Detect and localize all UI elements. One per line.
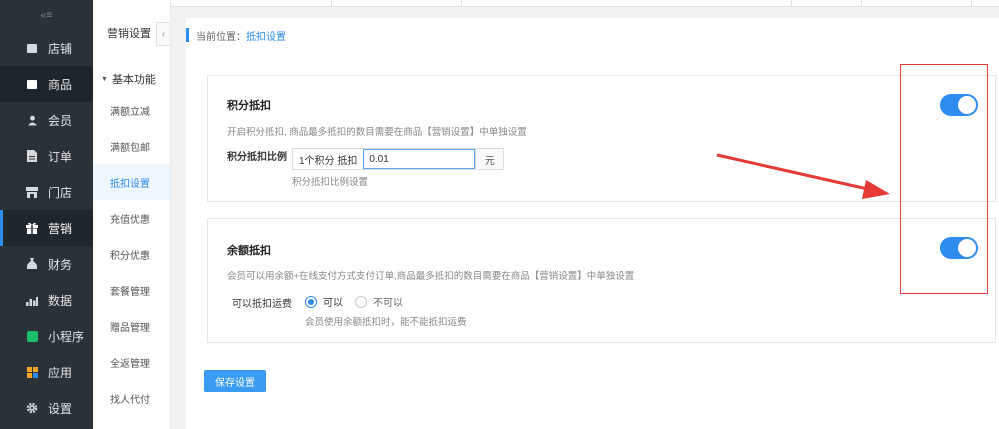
store-icon [26,42,38,54]
points-ratio-label: 积分抵扣比例 [227,152,287,163]
subnav-item-deduction[interactable]: 抵扣设置 [93,164,170,200]
radio-checked-icon [305,295,317,308]
subnav-item-points-offer[interactable]: 积分优惠 [93,236,170,272]
main-content: 当前位置： 抵扣设置 积分抵扣 开启积分抵扣, 商品最多抵扣的数目需要在商品【营… [186,18,999,429]
nav-item-apps[interactable]: 应用 [0,354,93,390]
nav-item-label: 设置 [48,401,73,416]
nav-item-label: 门店 [48,185,73,200]
points-ratio-group: 1个积分 抵扣 元 [292,148,505,170]
points-deduction-card: 积分抵扣 开启积分抵扣, 商品最多抵扣的数目需要在商品【营销设置】中单独设置 积… [207,75,996,202]
subnav-item-recharge[interactable]: 充值优惠 [93,200,170,236]
nav-item-settings[interactable]: 设置 [0,390,93,426]
points-ratio-help: 积分抵扣比例设置 [292,177,369,188]
sub-nav: 营销设置 ‹ ▼ 基本功能 满额立减 满额包邮 抵扣设置 充值优惠 积分优惠 套… [93,0,171,429]
subnav-item-pay-for-me[interactable]: 找人代付 [93,380,170,416]
shipping-deduction-help: 会员使用余额抵扣时，能不能抵扣运费 [305,317,467,328]
balance-deduction-toggle[interactable] [940,237,978,259]
nav-item-label: 店铺 [48,41,73,56]
subnav-item-full-reduction[interactable]: 满额立减 [93,92,170,128]
order-icon [26,150,38,162]
data-icon [26,294,38,306]
main-nav: «≡ 店铺 商品 会员 订单 门店 营销 财务 数据 小程序 应用 设置 [0,0,93,429]
subnav-group-basic[interactable]: ▼ 基本功能 [93,66,170,92]
radio-shipping-yes[interactable]: 可以 [305,294,343,309]
points-card-desc: 开启积分抵扣, 商品最多抵扣的数目需要在商品【营销设置】中单独设置 [227,127,527,138]
shipping-deduction-label: 可以抵扣运费 [232,299,292,310]
nav-item-label: 营销 [48,221,73,236]
subnav-item-package[interactable]: 套餐管理 [93,272,170,308]
breadcrumb-current[interactable]: 抵扣设置 [246,28,286,43]
points-ratio-prefix: 1个积分 抵扣 [293,149,364,169]
nav-item-marketing[interactable]: 营销 [0,210,93,246]
points-card-title: 积分抵扣 [227,100,271,112]
balance-card-desc: 会员可以用余额+在线支付方式支付订单,商品最多抵扣的数目需要在商品【营销设置】中… [227,271,635,282]
points-ratio-input[interactable] [363,149,476,169]
nav-item-data[interactable]: 数据 [0,282,93,318]
nav-item-label: 财务 [48,257,73,272]
subnav-item-gift[interactable]: 赠品管理 [93,308,170,344]
member-icon [26,114,38,126]
radio-yes-label: 可以 [323,298,343,309]
top-bar [171,0,999,7]
nav-item-label: 应用 [48,365,73,380]
shop-icon [26,186,38,198]
nav-item-label: 商品 [48,77,73,92]
miniprogram-icon [26,330,38,342]
marketing-icon [26,222,38,234]
radio-unchecked-icon [355,295,367,308]
subnav-title: 营销设置 [107,28,151,40]
nav-item-order[interactable]: 订单 [0,138,93,174]
nav-item-label: 小程序 [48,329,85,344]
radio-no-label: 不可以 [373,298,403,309]
nav-collapse-toggle[interactable]: «≡ [0,0,93,30]
subnav-collapse-button[interactable]: ‹ [156,22,170,46]
nav-item-member[interactable]: 会员 [0,102,93,138]
subnav-item-free-shipping[interactable]: 满额包邮 [93,128,170,164]
nav-item-shop[interactable]: 门店 [0,174,93,210]
nav-item-miniprogram[interactable]: 小程序 [0,318,93,354]
nav-item-goods[interactable]: 商品 [0,66,93,102]
radio-shipping-no[interactable]: 不可以 [355,294,403,309]
nav-item-finance[interactable]: 财务 [0,246,93,282]
nav-item-label: 会员 [48,113,73,128]
breadcrumb: 当前位置： 抵扣设置 [186,28,286,43]
balance-card-title: 余额抵扣 [227,245,271,257]
points-ratio-suffix: 元 [475,149,504,169]
save-settings-button[interactable]: 保存设置 [204,370,266,392]
apps-icon [26,366,38,378]
caret-down-icon: ▼ [101,75,108,83]
nav-item-store[interactable]: 店铺 [0,30,93,66]
goods-icon [26,78,38,90]
balance-deduction-card: 余额抵扣 会员可以用余额+在线支付方式支付订单,商品最多抵扣的数目需要在商品【营… [207,218,996,343]
settings-icon [26,402,38,414]
finance-icon [26,258,38,270]
nav-item-label: 订单 [48,149,73,164]
subnav-header: 营销设置 ‹ [93,0,170,66]
breadcrumb-prefix: 当前位置： [196,31,246,43]
subnav-item-full-return[interactable]: 全返管理 [93,344,170,380]
nav-item-label: 数据 [48,293,73,308]
points-deduction-toggle[interactable] [940,94,978,116]
subnav-group-label: 基本功能 [111,74,156,86]
